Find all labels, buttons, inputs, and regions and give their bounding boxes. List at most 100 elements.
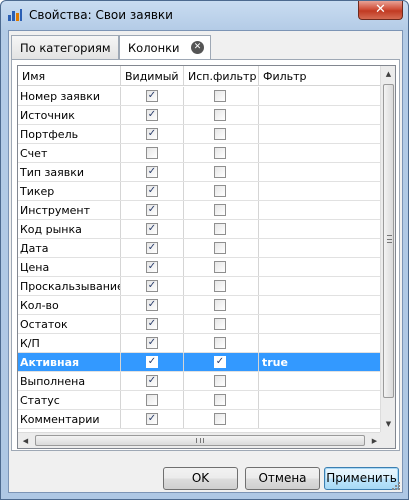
table-row[interactable]: Выполнена ✓ [18,372,382,391]
use-filter-checkbox[interactable] [214,261,226,273]
header-filter[interactable]: Фильтр [259,66,382,86]
table-row[interactable]: Проскальзывание ✓ [18,277,382,296]
use-filter-checkbox[interactable] [214,394,226,406]
header-use-filter[interactable]: Исп.фильтр [184,66,259,86]
use-filter-checkbox[interactable] [214,204,226,216]
column-name-cell[interactable]: Код рынка [18,220,121,238]
filter-value-cell[interactable] [259,220,382,238]
table-row[interactable]: Статус [18,391,382,410]
table-row[interactable]: Портфель ✓ [18,125,382,144]
filter-value-cell[interactable] [259,277,382,295]
header-visible[interactable]: Видимый [121,66,184,86]
filter-value-cell[interactable] [259,239,382,257]
visible-checkbox[interactable]: ✓ [146,204,158,216]
filter-value-cell[interactable] [259,125,382,143]
visible-checkbox[interactable]: ✓ [146,166,158,178]
use-filter-checkbox[interactable] [214,90,226,102]
horizontal-scroll-thumb[interactable] [35,435,365,446]
filter-value-cell[interactable] [259,410,382,428]
use-filter-checkbox[interactable]: ✓ [214,356,226,368]
visible-checkbox[interactable]: ✓ [146,280,158,292]
table-row[interactable]: Кол-во ✓ [18,296,382,315]
table-row[interactable]: Источник ✓ [18,106,382,125]
column-name-cell[interactable]: Комментарии [18,410,121,428]
column-name-cell[interactable]: Дата [18,239,121,257]
visible-checkbox[interactable]: ✓ [146,242,158,254]
filter-value-cell[interactable] [259,106,382,124]
use-filter-checkbox[interactable] [214,242,226,254]
visible-checkbox[interactable]: ✓ [146,128,158,140]
column-name-cell[interactable]: Портфель [18,125,121,143]
use-filter-checkbox[interactable] [214,109,226,121]
use-filter-checkbox[interactable] [214,147,226,159]
filter-value-cell[interactable] [259,315,382,333]
filter-value-cell[interactable] [259,372,382,390]
table-row[interactable]: Инструмент ✓ [18,201,382,220]
visible-checkbox[interactable]: ✓ [146,337,158,349]
title-bar[interactable]: Свойства: Свои заявки ✕ [1,1,408,29]
use-filter-checkbox[interactable] [214,280,226,292]
filter-value-cell[interactable] [259,258,382,276]
column-name-cell[interactable]: Проскальзывание [18,277,121,295]
column-name-cell[interactable]: Кол-во [18,296,121,314]
use-filter-checkbox[interactable] [214,318,226,330]
table-row[interactable]: Цена ✓ [18,258,382,277]
visible-checkbox[interactable]: ✓ [146,185,158,197]
column-name-cell[interactable]: Цена [18,258,121,276]
use-filter-checkbox[interactable] [214,337,226,349]
column-name-cell[interactable]: Номер заявки [18,87,121,105]
header-name[interactable]: Имя [18,66,121,86]
table-row[interactable]: Дата ✓ [18,239,382,258]
column-name-cell[interactable]: Счет [18,144,121,162]
column-name-cell[interactable]: Выполнена [18,372,121,390]
visible-checkbox[interactable] [146,394,158,406]
tab-columns[interactable]: Колонки ✕ [119,35,211,60]
scroll-down-icon[interactable]: ▼ [381,416,395,432]
scroll-left-icon[interactable]: ◀ [18,433,33,448]
filter-value-cell[interactable] [259,334,382,352]
filter-value-cell[interactable] [259,182,382,200]
visible-checkbox[interactable]: ✓ [146,223,158,235]
table-row[interactable]: Код рынка ✓ [18,220,382,239]
table-row[interactable]: Тип заявки ✓ [18,163,382,182]
table-row[interactable]: Комментарии ✓ [18,410,382,429]
visible-checkbox[interactable]: ✓ [146,413,158,425]
filter-value-cell[interactable] [259,201,382,219]
table-row[interactable]: Остаток ✓ [18,315,382,334]
filter-value-cell[interactable] [259,296,382,314]
apply-button[interactable]: Применить [324,467,399,490]
ok-button[interactable]: OK [163,467,238,490]
filter-value-cell[interactable]: true [259,353,382,371]
column-name-cell[interactable]: Тип заявки [18,163,121,181]
window-close-button[interactable]: ✕ [358,1,403,20]
horizontal-scrollbar[interactable]: ◀ ▶ [18,432,382,448]
visible-checkbox[interactable]: ✓ [146,299,158,311]
use-filter-checkbox[interactable] [214,375,226,387]
scroll-up-icon[interactable]: ▲ [381,66,395,82]
table-row[interactable]: Активная ✓ ✓ true [18,353,382,372]
filter-value-cell[interactable] [259,163,382,181]
visible-checkbox[interactable]: ✓ [146,109,158,121]
visible-checkbox[interactable]: ✓ [146,261,158,273]
filter-value-cell[interactable] [259,87,382,105]
column-name-cell[interactable]: Инструмент [18,201,121,219]
use-filter-checkbox[interactable] [214,223,226,235]
use-filter-checkbox[interactable] [214,185,226,197]
table-row[interactable]: Счет [18,144,382,163]
use-filter-checkbox[interactable] [214,166,226,178]
table-row[interactable]: К/П ✓ [18,334,382,353]
vertical-scroll-thumb[interactable] [383,84,394,398]
visible-checkbox[interactable]: ✓ [146,356,158,368]
filter-value-cell[interactable] [259,391,382,409]
table-row[interactable]: Тикер ✓ [18,182,382,201]
column-name-cell[interactable]: Остаток [18,315,121,333]
table-row[interactable]: Номер заявки ✓ [18,87,382,106]
column-name-cell[interactable]: Активная [18,353,121,371]
visible-checkbox[interactable]: ✓ [146,375,158,387]
visible-checkbox[interactable]: ✓ [146,318,158,330]
filter-value-cell[interactable] [259,144,382,162]
use-filter-checkbox[interactable] [214,128,226,140]
vertical-scrollbar[interactable]: ▲ ▼ [380,66,395,432]
tab-categories[interactable]: По категориям [11,35,119,59]
resize-grip-icon[interactable] [390,480,400,490]
